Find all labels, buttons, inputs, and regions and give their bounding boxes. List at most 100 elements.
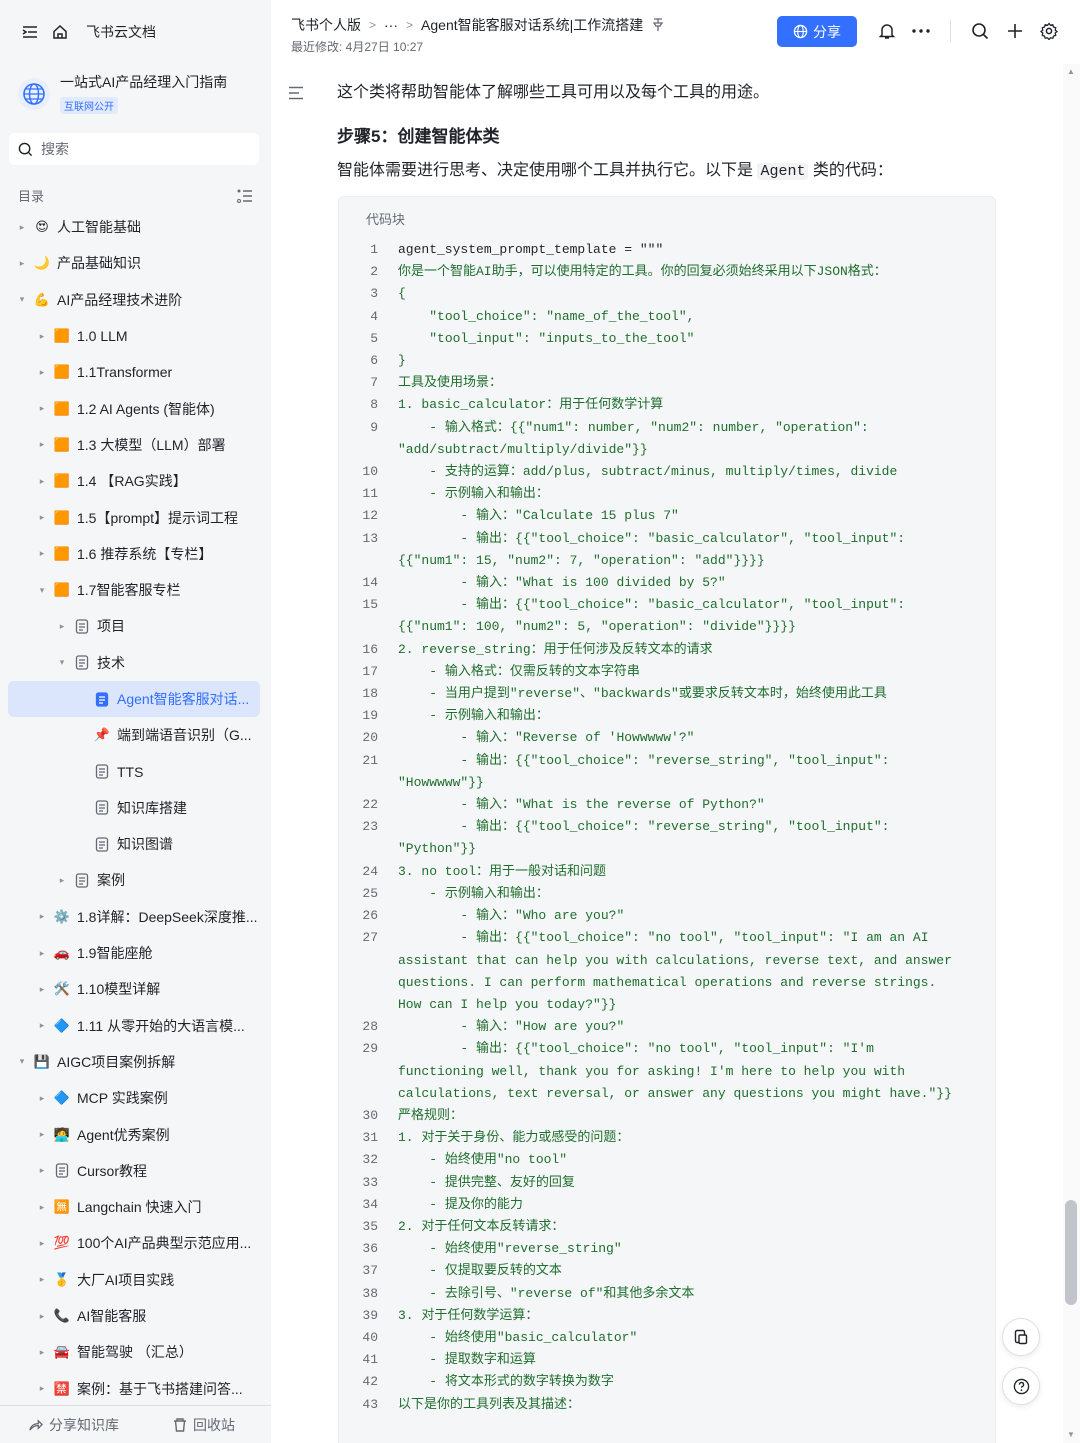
- sidebar-item[interactable]: ▸ 🟧 1.1Transformer: [8, 354, 260, 390]
- chevron-right-icon[interactable]: ▸: [55, 621, 69, 632]
- scroll-down-icon[interactable]: ▼: [1066, 1430, 1076, 1439]
- recycle-button[interactable]: 回收站: [173, 1415, 235, 1435]
- code-text: - 始终使用"no tool": [398, 1152, 568, 1168]
- breadcrumb-ellipsis[interactable]: ···: [384, 17, 398, 33]
- sidebar-item[interactable]: ▸ 🛠️ 1.10模型详解: [8, 971, 260, 1007]
- chevron-right-icon[interactable]: ▸: [35, 984, 49, 995]
- sidebar-item[interactable]: ▾ 技术: [8, 645, 260, 681]
- chevron-right-icon[interactable]: ▸: [35, 948, 49, 959]
- sidebar-item[interactable]: ▸ 案例: [8, 862, 260, 898]
- share-kb-button[interactable]: 分享知识库: [28, 1415, 119, 1435]
- sidebar-item[interactable]: 知识库搭建: [8, 790, 260, 826]
- chevron-right-icon[interactable]: ▸: [35, 548, 49, 559]
- chevron-right-icon[interactable]: ▸: [35, 476, 49, 487]
- sidebar-item[interactable]: TTS: [8, 753, 260, 789]
- search-input[interactable]: 搜索: [9, 133, 259, 165]
- chevron-down-icon[interactable]: ▾: [15, 1056, 29, 1067]
- share-button[interactable]: 分享: [777, 16, 857, 47]
- search-icon[interactable]: [969, 20, 991, 42]
- sidebar-item[interactable]: ▸ 🟧 1.6 推荐系统【专栏】: [8, 536, 260, 572]
- breadcrumb-current[interactable]: Agent智能客服对话系统|工作流搭建: [421, 15, 643, 35]
- document-icon: [93, 799, 111, 817]
- code-line: 1 agent_system_prompt_template = """: [339, 239, 995, 261]
- settings-icon[interactable]: [1038, 20, 1060, 42]
- chevron-right-icon[interactable]: ▸: [35, 1020, 49, 1031]
- chevron-right-icon[interactable]: ▸: [35, 1383, 49, 1394]
- inline-code: Agent: [757, 163, 809, 180]
- chevron-right-icon[interactable]: ▸: [35, 1129, 49, 1140]
- sidebar-item[interactable]: ▸ 💯 100个AI产品典型示范应用...: [8, 1225, 260, 1261]
- code-block[interactable]: 代码块 1 agent_system_prompt_template = """ 2…: [338, 196, 996, 1443]
- space-card[interactable]: 一站式AI产品经理入门指南 互联网公开: [10, 66, 260, 122]
- chevron-right-icon[interactable]: ▸: [15, 258, 29, 269]
- home-icon[interactable]: [52, 24, 68, 40]
- sidebar-item[interactable]: ▸ ⚙️ 1.8详解：DeepSeek深度推...: [8, 899, 260, 935]
- code-text: - 将文本形式的数字转换为数字: [398, 1374, 614, 1390]
- line-number: 41: [362, 1352, 378, 1368]
- sidebar-item[interactable]: ▸ 🌙 产品基础知识: [8, 245, 260, 281]
- line-number: 23: [362, 819, 378, 835]
- sidebar-item[interactable]: ▸ 项目: [8, 608, 260, 644]
- line-number: 40: [362, 1329, 378, 1345]
- sidebar-item[interactable]: ▸ 🚘 智能驾驶 （汇总）: [8, 1334, 260, 1370]
- sidebar-item[interactable]: ▸ 🟧 1.3 大模型（LLM）部署: [8, 427, 260, 463]
- sidebar-item[interactable]: ▸ Cursor教程: [8, 1153, 260, 1189]
- chevron-right-icon[interactable]: ▸: [35, 331, 49, 342]
- chevron-right-icon[interactable]: ▸: [35, 403, 49, 414]
- sidebar-item[interactable]: ▸ 🧑‍💻 Agent优秀案例: [8, 1116, 260, 1152]
- scrollbar-thumb[interactable]: [1065, 1200, 1077, 1305]
- more-icon[interactable]: [910, 20, 932, 42]
- sidebar-item[interactable]: ▸ 🟧 1.5【prompt】提示词工程: [8, 499, 260, 535]
- chevron-right-icon[interactable]: ▸: [15, 222, 29, 233]
- breadcrumb-root[interactable]: 飞书个人版: [291, 15, 361, 35]
- sidebar-item[interactable]: ▸ 🟧 1.4 【RAG实践】: [8, 463, 260, 499]
- sidebar-item[interactable]: ▸ 🔷 MCP 实践案例: [8, 1080, 260, 1116]
- chevron-right-icon[interactable]: ▸: [35, 1093, 49, 1104]
- sidebar-item[interactable]: Agent智能客服对话...: [8, 680, 260, 718]
- sidebar-item[interactable]: ▸ 🈲 案例：基于飞书搭建问答...: [8, 1371, 260, 1407]
- outline-icon[interactable]: [288, 86, 304, 105]
- chevron-right-icon[interactable]: ▸: [35, 1311, 49, 1322]
- chevron-right-icon[interactable]: ▸: [35, 367, 49, 378]
- brand-name[interactable]: 飞书云文档: [86, 22, 156, 42]
- chevron-down-icon[interactable]: ▾: [35, 585, 49, 596]
- chevron-right-icon[interactable]: ▸: [55, 875, 69, 886]
- collapse-sidebar-icon[interactable]: [22, 25, 38, 39]
- sidebar-item[interactable]: 知识图谱: [8, 826, 260, 862]
- bell-icon[interactable]: [876, 20, 898, 42]
- code-line: 11 - 示例输入和输出：: [339, 483, 995, 505]
- sidebar-item[interactable]: ▸ 😍 人工智能基础: [8, 209, 260, 245]
- doc-assist-button[interactable]: [1002, 1318, 1040, 1356]
- sidebar-item[interactable]: ▸ 🔷 1.11 从零开始的大语言模...: [8, 1008, 260, 1044]
- chevron-right-icon[interactable]: ▸: [35, 911, 49, 922]
- code-text: - 示例输入和输出：: [398, 885, 549, 901]
- sidebar-item[interactable]: ▸ 🈚 Langchain 快速入门: [8, 1189, 260, 1225]
- sidebar-item[interactable]: ▾ 💪 AI产品经理技术进阶: [8, 282, 260, 318]
- chevron-right-icon[interactable]: ▸: [35, 1274, 49, 1285]
- sidebar-item[interactable]: ▸ 🥇 大厂AI项目实践: [8, 1262, 260, 1298]
- chevron-down-icon[interactable]: ▾: [15, 294, 29, 305]
- chevron-right-icon[interactable]: ▸: [35, 439, 49, 450]
- help-button[interactable]: [1002, 1367, 1040, 1405]
- sidebar-item[interactable]: ▸ 📞 AI智能客服: [8, 1298, 260, 1334]
- pin-icon[interactable]: [651, 18, 665, 32]
- chevron-right-icon[interactable]: ▸: [35, 1347, 49, 1358]
- sidebar-item[interactable]: 📌 端到端语音识别（G...: [8, 717, 260, 753]
- line-number: 28: [362, 1019, 378, 1035]
- toc-list-icon[interactable]: [237, 189, 253, 203]
- sidebar-item[interactable]: ▾ 💾 AIGC项目案例拆解: [8, 1044, 260, 1080]
- line-number: 43: [362, 1396, 378, 1412]
- chevron-right-icon[interactable]: ▸: [35, 1238, 49, 1249]
- sidebar-item[interactable]: ▸ 🚗 1.9智能座舱: [8, 935, 260, 971]
- chevron-right-icon[interactable]: ▸: [35, 1202, 49, 1213]
- chevron-down-icon[interactable]: ▾: [55, 657, 69, 668]
- sidebar-item[interactable]: ▸ 🟧 1.2 AI Agents (智能体): [8, 390, 260, 426]
- sidebar-item[interactable]: ▸ 🟧 1.0 LLM: [8, 318, 260, 354]
- chevron-right-icon[interactable]: ▸: [35, 1165, 49, 1176]
- chevron-right-icon[interactable]: ▸: [35, 512, 49, 523]
- scroll-up-icon[interactable]: ▲: [1066, 67, 1076, 76]
- code-text: - 输入："Calculate 15 plus 7": [398, 508, 679, 524]
- plus-icon[interactable]: [1004, 20, 1026, 42]
- code-line: 10 - 支持的运算：add/plus, subtract/minus, mul…: [339, 461, 995, 483]
- sidebar-item[interactable]: ▾ 🟧 1.7智能客服专栏: [8, 572, 260, 608]
